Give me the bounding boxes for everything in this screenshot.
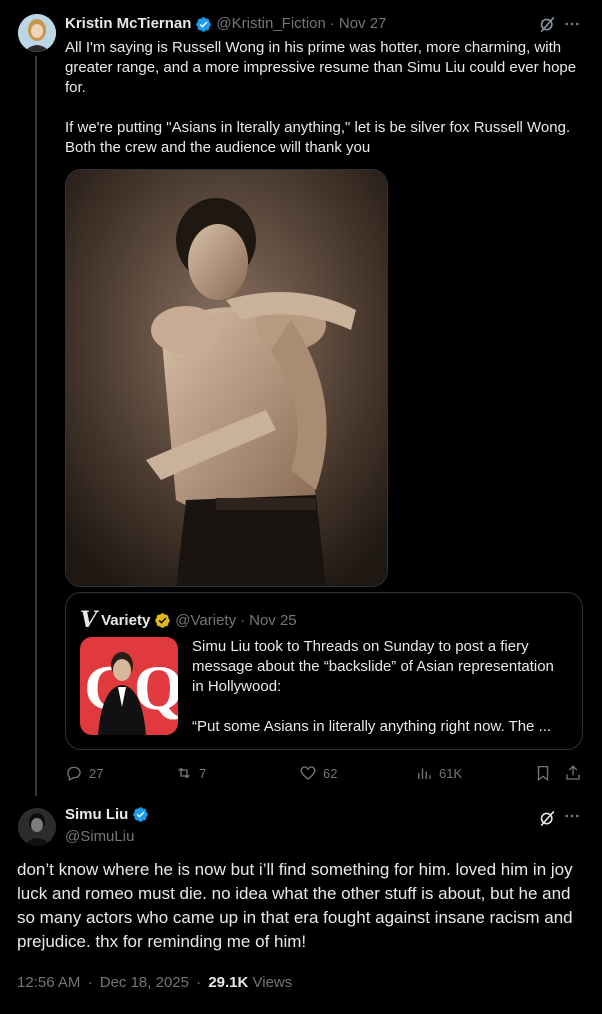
tweet-paragraph-2: If we're putting "Asians in lterally any… — [65, 119, 571, 156]
reply-button[interactable]: 27 — [65, 762, 103, 784]
author-handle[interactable]: @SimuLiu — [65, 828, 134, 845]
quote-tweet-card[interactable]: V Variety @Variety · Nov 25 GQ Simu Liu … — [65, 592, 583, 750]
quote-date: Nov 25 — [249, 611, 297, 629]
grok-icon[interactable] — [537, 14, 557, 34]
like-icon — [300, 766, 316, 780]
bookmark-button[interactable] — [534, 762, 552, 784]
views-label: Views — [252, 974, 293, 991]
verified-badge-icon — [196, 16, 212, 32]
verified-badge-icon — [155, 612, 171, 628]
quote-separator: · — [240, 611, 246, 629]
header-separator: · — [329, 15, 335, 32]
grok-icon[interactable] — [537, 808, 557, 828]
quote-text: Simu Liu took to Threads on Sunday to po… — [192, 637, 564, 737]
tweet-time[interactable]: 12:56 AM — [17, 974, 80, 991]
tweet-header: Kristin McTiernan @Kristin_Fiction · Nov… — [65, 14, 386, 34]
meta-separator-2: · — [196, 974, 202, 991]
views-count: 61K — [439, 765, 463, 781]
meta-separator-1: · — [87, 974, 93, 991]
tweet-date[interactable]: Nov 27 — [339, 14, 387, 34]
quote-text-line-1: Simu Liu took to Threads on Sunday to po… — [192, 638, 554, 695]
tweet-simu[interactable]: Simu Liu @SimuLiu don’t know where he is… — [0, 796, 602, 1014]
quote-header: V Variety @Variety · Nov 25 — [80, 607, 297, 633]
tweet-date[interactable]: Dec 18, 2025 — [100, 974, 189, 991]
avatar-kristin[interactable] — [18, 14, 56, 52]
tweet-meta: 12:56 AM · Dec 18, 2025 · 29.1K Views — [17, 974, 292, 991]
quote-author-handle: @Variety — [175, 611, 237, 629]
author-handle[interactable]: @Kristin_Fiction — [216, 14, 325, 34]
author-name[interactable]: Simu Liu — [65, 806, 128, 823]
like-button[interactable]: 62 — [299, 762, 337, 784]
reply-count: 27 — [89, 765, 104, 781]
reply-icon — [67, 766, 81, 782]
tweet-text: don’t know where he is now but i’ll find… — [17, 860, 573, 951]
tweet2-name-row: Simu Liu — [65, 806, 153, 823]
repost-button[interactable]: 7 — [175, 762, 206, 784]
like-count: 62 — [323, 765, 338, 781]
views-icon — [418, 768, 431, 779]
share-icon — [566, 765, 580, 780]
quote-thumbnail: GQ — [80, 637, 178, 735]
repost-count: 7 — [199, 765, 207, 781]
avatar-simu[interactable] — [18, 808, 56, 846]
author-name[interactable]: Kristin McTiernan — [65, 14, 191, 34]
more-icon[interactable] — [562, 14, 582, 34]
quote-text-line-2: “Put some Asians in literally anything r… — [192, 718, 552, 735]
tweet-kristin[interactable]: Kristin McTiernan @Kristin_Fiction · Nov… — [0, 0, 602, 796]
more-icon[interactable] — [562, 806, 582, 826]
action-bar: 27 7 62 61K — [65, 762, 590, 784]
repost-icon — [178, 767, 190, 779]
views-count: 29.1K — [208, 974, 249, 991]
tweet-paragraph-1: All I'm saying is Russell Wong in his pr… — [65, 39, 577, 96]
share-button[interactable] — [564, 762, 582, 784]
verified-badge-icon — [133, 807, 149, 822]
tweet-text: All I'm saying is Russell Wong in his pr… — [65, 38, 595, 178]
bookmark-icon — [537, 765, 549, 782]
views-button[interactable]: 61K — [415, 762, 462, 784]
thread-line — [35, 56, 37, 796]
tweet-photo[interactable] — [65, 169, 388, 587]
quote-author-name: Variety — [101, 611, 151, 629]
variety-logo: V — [80, 607, 98, 633]
